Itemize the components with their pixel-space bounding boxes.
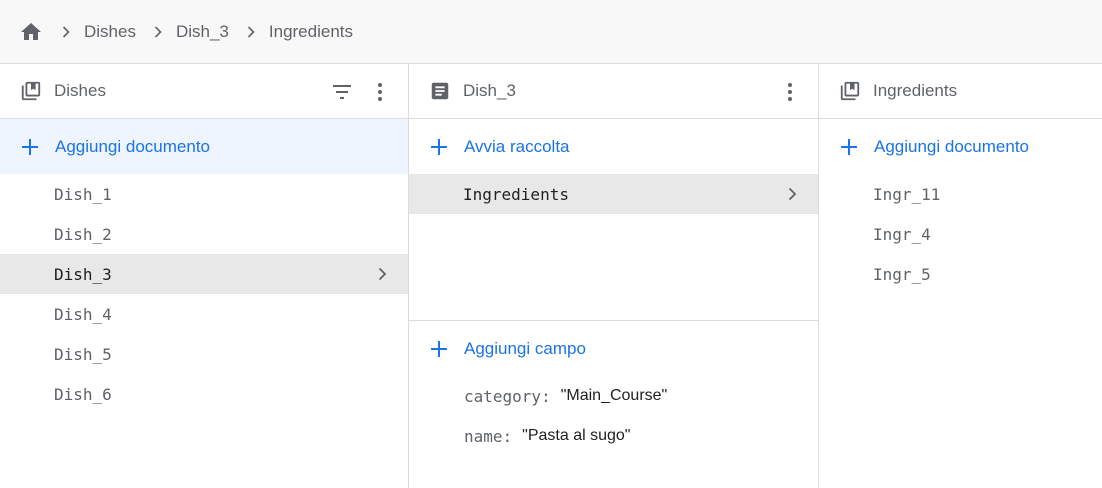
plus-icon [429,339,449,359]
more-vert-icon[interactable] [368,80,392,104]
panel-header: Dishes [0,64,408,119]
start-collection-label: Avvia raccolta [464,136,570,156]
panel-header: Ingredients [819,64,1102,119]
list-item-ingr-11[interactable]: Ingr_11 [819,174,1102,214]
field-row-name[interactable]: name: "Pasta al sugo" [409,416,818,456]
chevron-right-icon [58,24,74,40]
plus-icon [429,137,449,157]
breadcrumb-ingredients[interactable]: Ingredients [269,22,353,42]
collection-icon [839,80,861,102]
chevron-right-icon [150,24,166,40]
chevron-right-icon [378,267,387,281]
collection-icon [20,80,42,102]
collection-panel-ingredients: Ingredients Aggiungi documento Ingr_11 I… [819,64,1102,488]
more-vert-icon[interactable] [778,80,802,104]
panel-tools [778,64,802,119]
start-collection-button[interactable]: Avvia raccolta [409,119,818,174]
list-item-dish-5[interactable]: Dish_5 [0,334,408,374]
fields-section: Aggiungi campo category: "Main_Course" n… [409,320,818,456]
panel-title: Dishes [54,81,106,100]
plus-icon [839,137,859,157]
document-panel-dish-3: Dish_3 Avvia raccolta Ingredients Aggiun… [409,64,819,488]
add-document-button[interactable]: Aggiungi documento [819,119,1102,174]
panel-title: Ingredients [873,81,958,100]
add-document-button[interactable]: Aggiungi documento [0,119,408,174]
collection-panel-dishes: Dishes Aggiungi documento Dish_1 Dish_2 … [0,64,409,488]
home-icon[interactable] [18,19,44,45]
panel-title: Dish_3 [463,81,516,100]
list-item-dish-2[interactable]: Dish_2 [0,214,408,254]
subcollection-item-ingredients[interactable]: Ingredients [409,174,818,214]
list-item-label: Dish_3 [54,264,112,284]
field-key: category: [464,386,551,406]
add-field-label: Aggiungi campo [464,338,586,358]
panel-tools [330,64,392,119]
list-item-ingr-5[interactable]: Ingr_5 [819,254,1102,294]
breadcrumb-dishes[interactable]: Dishes [84,22,136,42]
add-document-label: Aggiungi documento [874,136,1030,156]
list-item-dish-6[interactable]: Dish_6 [0,374,408,414]
field-row-category[interactable]: category: "Main_Course" [409,376,818,416]
breadcrumb: Dishes Dish_3 Ingredients [0,0,1102,64]
add-field-button[interactable]: Aggiungi campo [409,321,818,376]
chevron-right-icon [243,24,259,40]
list-item-dish-1[interactable]: Dish_1 [0,174,408,214]
panel-header: Dish_3 [409,64,818,119]
list-item-dish-4[interactable]: Dish_4 [0,294,408,334]
list-item-label: Ingredients [463,184,569,204]
field-value: "Main_Course" [560,387,668,404]
document-icon [429,80,451,102]
list-item-ingr-4[interactable]: Ingr_4 [819,214,1102,254]
field-value: "Pasta al sugo" [522,427,631,444]
filter-icon[interactable] [330,80,354,104]
field-key: name: [464,426,513,446]
add-document-label: Aggiungi documento [55,136,211,156]
breadcrumb-dish-3[interactable]: Dish_3 [176,22,229,42]
chevron-right-icon [788,187,797,201]
list-item-dish-3[interactable]: Dish_3 [0,254,408,294]
plus-icon [20,137,40,157]
